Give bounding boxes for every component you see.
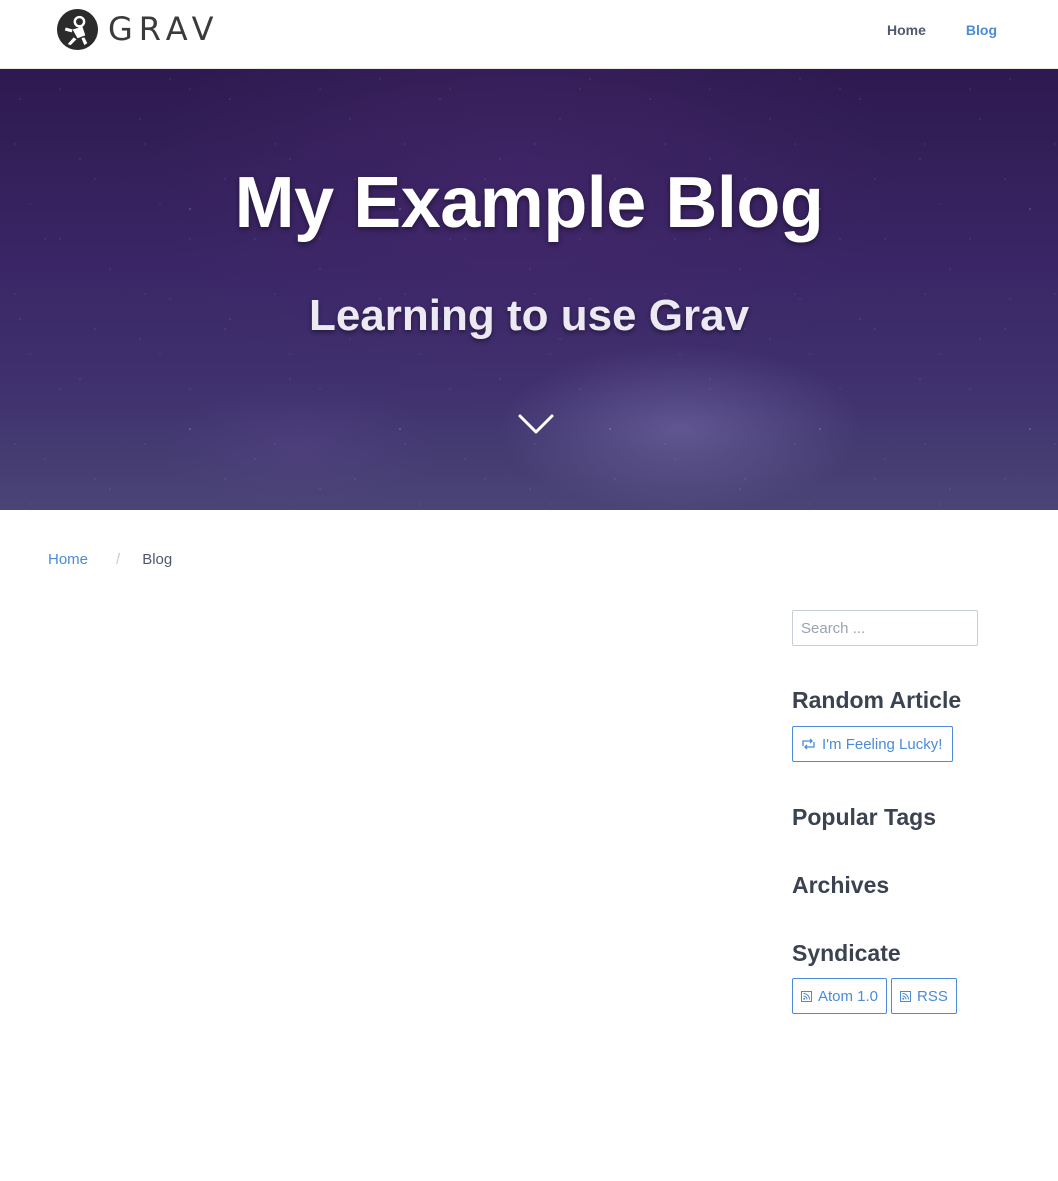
rss-feed-button[interactable]: RSS — [891, 978, 957, 1014]
atom-feed-button[interactable]: Atom 1.0 — [792, 978, 888, 1014]
breadcrumb: Home / Blog — [48, 549, 172, 571]
hero-banner: My Example Blog Learning to use Grav — [0, 69, 1058, 510]
random-article-heading: Random Article — [792, 687, 962, 713]
site-header: GRAV Home Blog — [0, 0, 1058, 69]
breadcrumb-current: Blog — [142, 551, 173, 568]
main-nav: Home Blog — [887, 19, 997, 41]
syndicate-heading: Syndicate — [792, 940, 901, 966]
nav-item-blog[interactable]: Blog — [966, 19, 997, 41]
feeling-lucky-label: I'm Feeling Lucky! — [822, 735, 943, 753]
nav-item-home[interactable]: Home — [887, 19, 926, 41]
search-input[interactable] — [792, 610, 978, 646]
feeling-lucky-button[interactable]: I'm Feeling Lucky! — [792, 726, 953, 762]
sidebar: Random Article I'm Feeling Lucky! Popula… — [792, 610, 982, 1014]
atom-feed-label: Atom 1.0 — [818, 987, 879, 1005]
rss-icon — [801, 990, 812, 1002]
grav-logo-link[interactable]: GRAV — [56, 7, 219, 51]
chevron-down-icon[interactable] — [517, 412, 555, 436]
retweet-icon — [802, 738, 815, 750]
logo-wordmark: GRAV — [108, 9, 220, 48]
popular-tags-heading: Popular Tags — [792, 804, 936, 830]
breadcrumb-separator: / — [116, 551, 121, 568]
syndicate-buttons: Atom 1.0 RSS — [792, 978, 957, 1014]
rss-icon — [900, 990, 912, 1002]
hero-subtitle: Learning to use Grav — [308, 291, 750, 340]
archives-heading: Archives — [792, 872, 890, 898]
rss-feed-label: RSS — [917, 987, 948, 1005]
hero-title: My Example Blog — [234, 163, 824, 243]
grav-astronaut-icon — [56, 8, 99, 50]
breadcrumb-home-link[interactable]: Home — [48, 549, 88, 571]
